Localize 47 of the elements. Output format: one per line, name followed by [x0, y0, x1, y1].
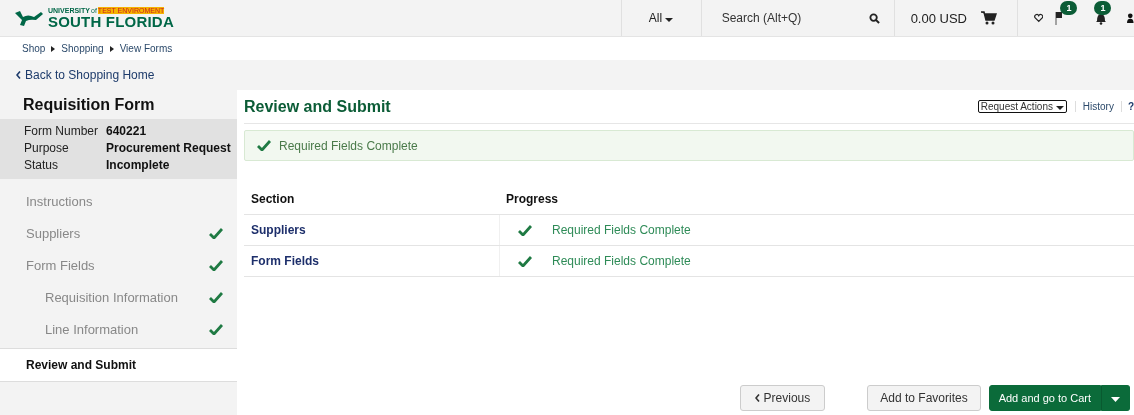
notification-badge: 1 [1060, 1, 1078, 15]
cart-icon[interactable] [981, 11, 997, 25]
page-title: Review and Submit [244, 97, 391, 116]
section-link[interactable]: Suppliers [251, 223, 306, 237]
notification-badge: 1 [1094, 1, 1112, 15]
back-link[interactable]: Back to Shopping Home [25, 68, 155, 82]
search-icon[interactable] [868, 12, 880, 24]
form-title: Requisition Form [22, 95, 156, 115]
caret-icon [1055, 106, 1064, 110]
breadcrumb-link[interactable]: Shopping [61, 43, 104, 54]
breadcrumb-link[interactable]: Shop [22, 43, 46, 54]
breadcrumb-link[interactable]: View Forms [119, 43, 173, 54]
add-to-cart-button[interactable]: Add and go to Cart [988, 385, 1101, 411]
flag-icon[interactable] [1055, 11, 1064, 25]
column-header: Progress [505, 191, 559, 206]
check-icon [257, 140, 271, 151]
request-actions-dropdown[interactable]: Request Actions [977, 100, 1067, 113]
add-to-favorites-button[interactable]: Add to Favorites [867, 385, 981, 411]
previous-button[interactable]: Previous [740, 385, 826, 411]
cart-options-button[interactable] [1101, 385, 1130, 411]
info-label: Status [24, 157, 60, 174]
scope-dropdown[interactable]: All [620, 0, 701, 36]
caret-icon [1111, 397, 1120, 402]
info-label: Form Number [24, 123, 98, 140]
bull-logo-icon [14, 9, 44, 27]
caret-icon [665, 18, 674, 22]
nav-item[interactable]: Review and Submit [0, 348, 237, 382]
logo-name: SOUTH FLORIDA [48, 14, 174, 29]
cart-total: 0.00 USD [910, 10, 967, 26]
info-value: 640221 [106, 123, 148, 140]
progress-status: Required Fields Complete [552, 223, 691, 237]
heart-icon[interactable] [1034, 12, 1044, 24]
search-field[interactable]: Search (Alt+Q) [719, 10, 869, 26]
breadcrumb-separator-icon [51, 45, 56, 52]
header-link[interactable]: History [1074, 101, 1121, 112]
chevron-left-icon [16, 71, 21, 79]
info-label: Purpose [24, 140, 70, 157]
progress-status: Required Fields Complete [552, 254, 691, 268]
user-icon[interactable] [1127, 11, 1134, 25]
column-header: Section [250, 190, 296, 208]
info-value: Incomplete [106, 157, 171, 174]
chevron-left-icon [755, 394, 761, 402]
info-value: Procurement Request [106, 140, 232, 157]
breadcrumb-separator-icon [109, 45, 114, 52]
alert-text: Required Fields Complete [279, 138, 418, 153]
header-link[interactable]: ? [1120, 101, 1134, 112]
section-link[interactable]: Form Fields [251, 254, 319, 268]
